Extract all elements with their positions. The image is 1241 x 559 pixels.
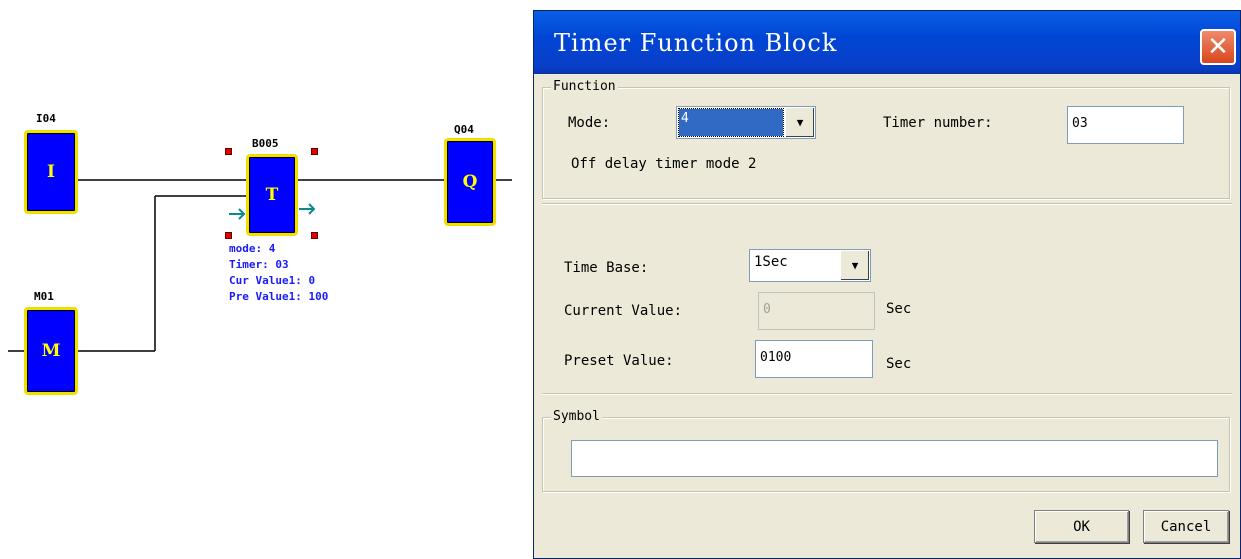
symbol-input[interactable] [571,440,1218,477]
mode-label: Mode: [568,115,611,131]
ladder-diagram[interactable]: I04 I M01 M B005 T Q04 Q mode: 4 Timer: … [0,0,540,559]
block-label-i04: I04 [36,112,56,125]
mode-description: Off delay timer mode 2 [571,156,757,172]
selection-handle[interactable] [225,148,232,155]
block-letter: M [41,341,61,361]
block-letter: I [47,162,55,182]
timer-number-label: Timer number: [883,115,993,131]
selection-handle[interactable] [311,148,318,155]
input-arrow-icon [229,208,246,220]
info-cur-value: Cur Value1: 0 [229,274,316,287]
current-unit-label: Sec [886,301,912,317]
time-base-label: Time Base: [564,260,649,276]
chevron-down-icon[interactable]: ▼ [840,251,869,280]
timer-info: mode: 4 Timer: 03 Cur Value1: 0 Pre Valu… [229,241,328,305]
selection-handle[interactable] [225,232,232,239]
mode-select[interactable]: 4 ▼ [676,106,816,139]
timer-number-input[interactable]: 03 [1067,106,1184,144]
close-icon: ✕ [1207,32,1229,62]
current-value-input: 0 [758,292,875,330]
info-mode: mode: 4 [229,242,276,255]
selection-handle[interactable] [311,232,318,239]
memory-block-m01[interactable]: M [24,307,78,395]
title-bar[interactable]: Timer Function Block ✕ [534,11,1240,74]
block-label-m01: M01 [34,290,54,303]
input-block-i04[interactable]: I [24,130,78,214]
chevron-down-icon[interactable]: ▼ [785,108,814,137]
close-button[interactable]: ✕ [1200,29,1236,65]
timer-block-b005[interactable]: T [246,154,298,236]
divider [542,393,1232,395]
preset-value-label: Preset Value: [564,353,674,369]
dialog-title: Timer Function Block [554,29,838,57]
mode-value: 4 [678,108,784,137]
ok-button[interactable]: OK [1034,510,1129,543]
block-label-b005: B005 [252,137,279,150]
time-base-value: 1Sec [754,254,788,270]
output-arrow-icon [299,203,316,215]
output-block-q04[interactable]: Q [444,138,496,226]
block-letter: T [265,185,279,205]
block-label-q04: Q04 [454,123,474,136]
preset-value-input[interactable]: 0100 [755,340,873,378]
divider [542,203,1232,205]
function-group-title: Function [551,79,618,94]
time-base-select[interactable]: 1Sec ▼ [749,249,871,282]
cancel-button[interactable]: Cancel [1143,510,1229,543]
current-value-label: Current Value: [564,303,683,319]
block-letter: Q [462,172,478,192]
info-pre-value: Pre Value1: 100 [229,290,329,303]
info-timer: Timer: 03 [229,258,289,271]
symbol-group-title: Symbol [551,409,602,424]
timer-function-block-dialog: Timer Function Block ✕ Function Mode: 4 … [533,10,1241,559]
preset-unit-label: Sec [886,356,912,372]
